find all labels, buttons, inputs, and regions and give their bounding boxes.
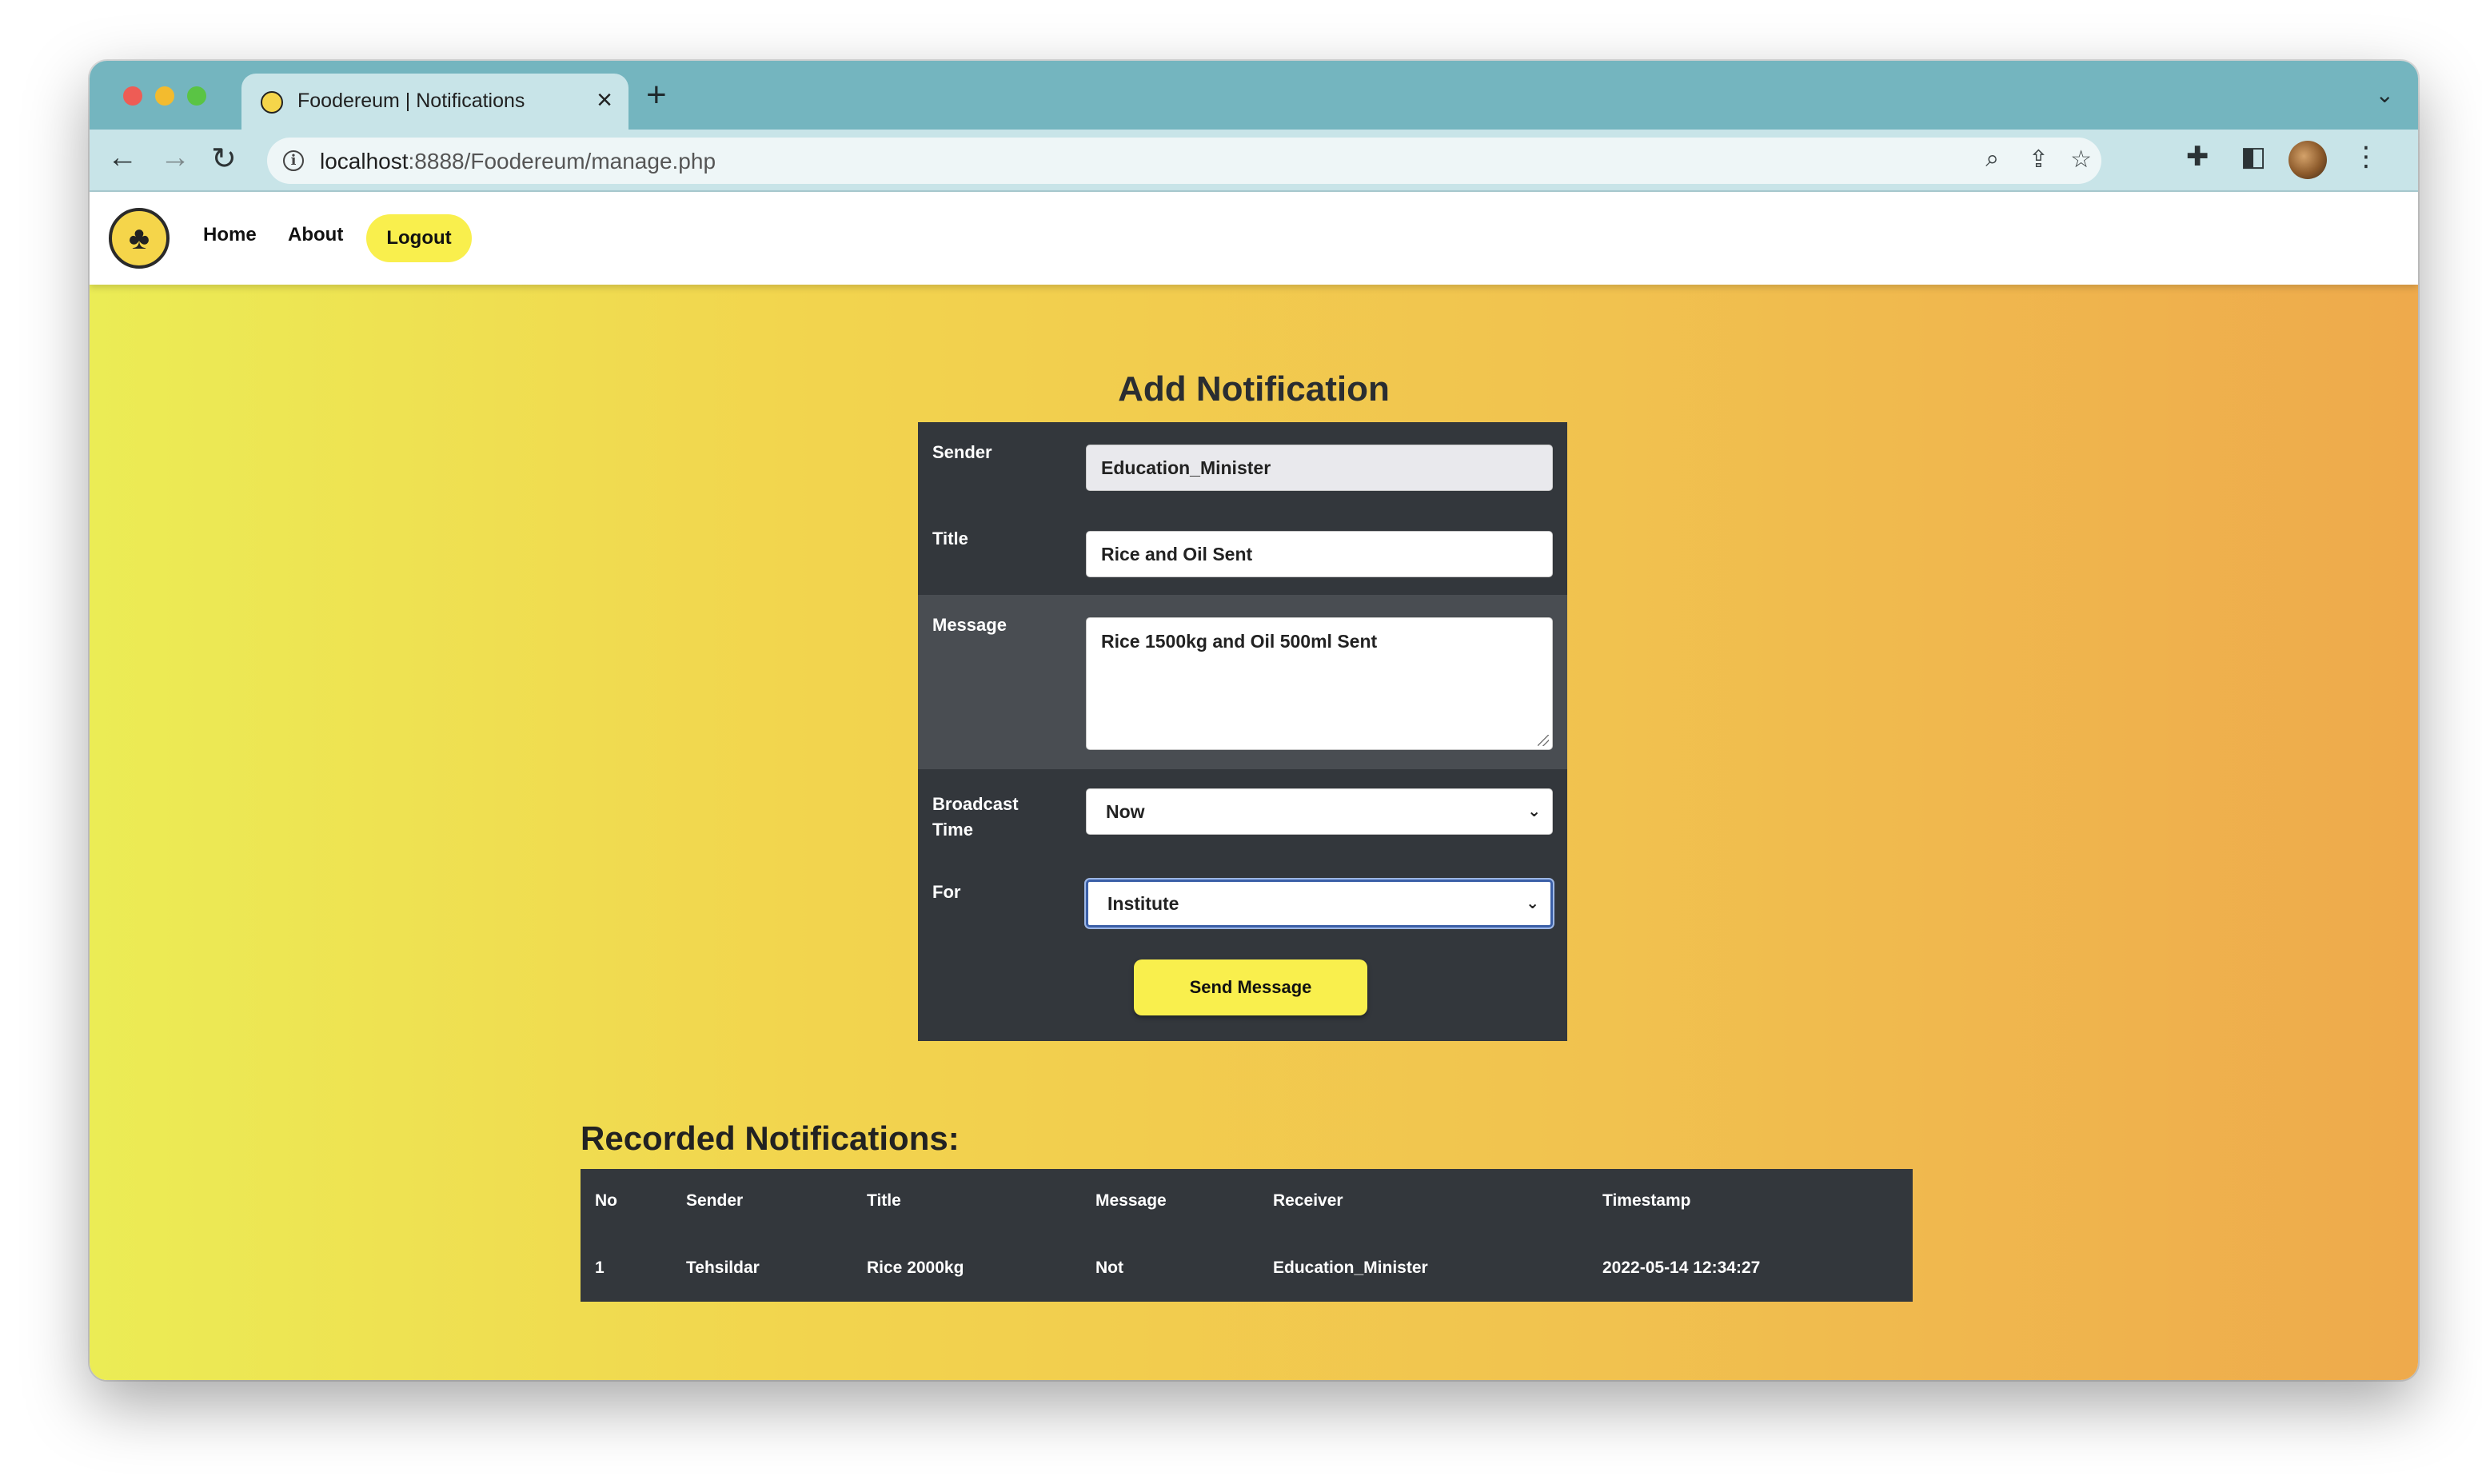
column-header: Timestamp (1602, 1191, 1691, 1210)
send-message-button[interactable]: Send Message (1134, 959, 1367, 1015)
site-navbar: ♣ Home About Logout (90, 192, 2418, 285)
back-arrow-icon[interactable]: ← (107, 141, 138, 175)
browser-window: Foodereum | Notifications × + ⌄ ← → ↻ i … (90, 61, 2418, 1380)
profile-avatar[interactable] (2288, 141, 2327, 179)
sender-label: Sender (932, 442, 992, 462)
table-cell: Not (1095, 1259, 1123, 1277)
reload-icon[interactable]: ↻ (211, 141, 237, 177)
chevron-down-icon: ⌄ (1527, 803, 1541, 820)
browser-tab[interactable]: Foodereum | Notifications × (241, 74, 628, 130)
browser-toolbar: ← → ↻ i localhost:8888/Foodereum/manage.… (90, 130, 2418, 192)
resize-handle-icon[interactable] (1538, 735, 1549, 746)
column-header: No (595, 1191, 617, 1210)
for-select[interactable]: Institute ⌄ (1086, 880, 1553, 927)
title-field[interactable]: Rice and Oil Sent (1086, 531, 1553, 577)
side-panel-icon[interactable]: ◧ (2241, 141, 2266, 173)
table-cell: 1 (595, 1259, 605, 1277)
nav-home-link[interactable]: Home (203, 224, 257, 246)
bookmark-star-icon[interactable]: ☆ (2070, 146, 2092, 174)
maximize-window-button[interactable] (187, 86, 206, 106)
sender-row: Sender Education_Minister (918, 422, 1567, 509)
logo-icon: ♣ (128, 221, 150, 256)
message-textarea[interactable]: Rice 1500kg and Oil 500ml Sent (1086, 617, 1553, 750)
table-cell: 2022-05-14 12:34:27 (1602, 1259, 1761, 1277)
sender-field[interactable]: Education_Minister (1086, 445, 1553, 491)
for-row: For Institute ⌄ (918, 862, 1567, 950)
broadcast-label-line1: Broadcast (932, 794, 1019, 814)
browser-menu-icon[interactable]: ⋮ (2352, 141, 2380, 173)
site-info-icon[interactable]: i (283, 150, 304, 171)
title-label: Title (932, 529, 968, 549)
table-cell: Education_Minister (1273, 1259, 1428, 1277)
for-label: For (932, 882, 961, 902)
page-content: ♣ Home About Logout Add Notification Sen… (90, 192, 2418, 1380)
broadcast-time-select[interactable]: Now ⌄ (1086, 788, 1553, 835)
forward-arrow-icon[interactable]: → (160, 141, 190, 175)
minimize-window-button[interactable] (155, 86, 174, 106)
broadcast-selected: Now (1106, 801, 1145, 822)
message-text: Rice 1500kg and Oil 500ml Sent (1101, 631, 1378, 652)
favicon-icon (261, 91, 283, 114)
for-selected: Institute (1107, 893, 1179, 914)
add-notification-form: Sender Education_Minister Title Rice and… (918, 422, 1567, 1041)
zoom-icon[interactable]: ⌕ (1985, 146, 1999, 173)
broadcast-label: Broadcast Time (932, 792, 1019, 843)
share-icon[interactable]: ⇪ (2029, 146, 2049, 174)
column-header: Message (1095, 1191, 1167, 1210)
column-header: Sender (686, 1191, 744, 1210)
tab-search-chevron-icon[interactable]: ⌄ (2376, 82, 2394, 108)
column-header: Title (867, 1191, 901, 1210)
form-title: Add Notification (1118, 369, 1390, 409)
message-label: Message (932, 615, 1007, 635)
chevron-down-icon: ⌄ (1526, 895, 1539, 912)
title-row: Title Rice and Oil Sent (918, 509, 1567, 595)
foodereum-logo[interactable]: ♣ (109, 208, 170, 269)
new-tab-icon[interactable]: + (646, 75, 667, 115)
tab-title: Foodereum | Notifications (297, 90, 525, 112)
logout-button[interactable]: Logout (366, 214, 472, 262)
tab-bar: Foodereum | Notifications × + ⌄ (90, 61, 2418, 130)
url-path: :8888/Foodereum/manage.php (408, 149, 716, 174)
column-header: Receiver (1273, 1191, 1343, 1210)
recorded-notifications-title: Recorded Notifications: (581, 1119, 960, 1157)
nav-about-link[interactable]: About (288, 224, 343, 246)
close-tab-icon[interactable]: × (597, 85, 613, 116)
notifications-table: No Sender Title Message Receiver Timesta… (581, 1169, 1913, 1302)
close-window-button[interactable] (123, 86, 142, 106)
extensions-puzzle-icon[interactable]: ✚ (2186, 141, 2209, 173)
broadcast-row: Broadcast Time Now ⌄ (918, 769, 1567, 862)
url-text[interactable]: localhost:8888/Foodereum/manage.php (320, 149, 716, 174)
address-bar[interactable]: i localhost:8888/Foodereum/manage.php ⌕ … (267, 138, 2101, 184)
message-row: Message Rice 1500kg and Oil 500ml Sent (918, 595, 1567, 769)
broadcast-label-line2: Time (932, 820, 973, 840)
table-cell: Rice 2000kg (867, 1259, 964, 1277)
url-host: localhost (320, 149, 409, 174)
table-cell: Tehsildar (686, 1259, 760, 1277)
